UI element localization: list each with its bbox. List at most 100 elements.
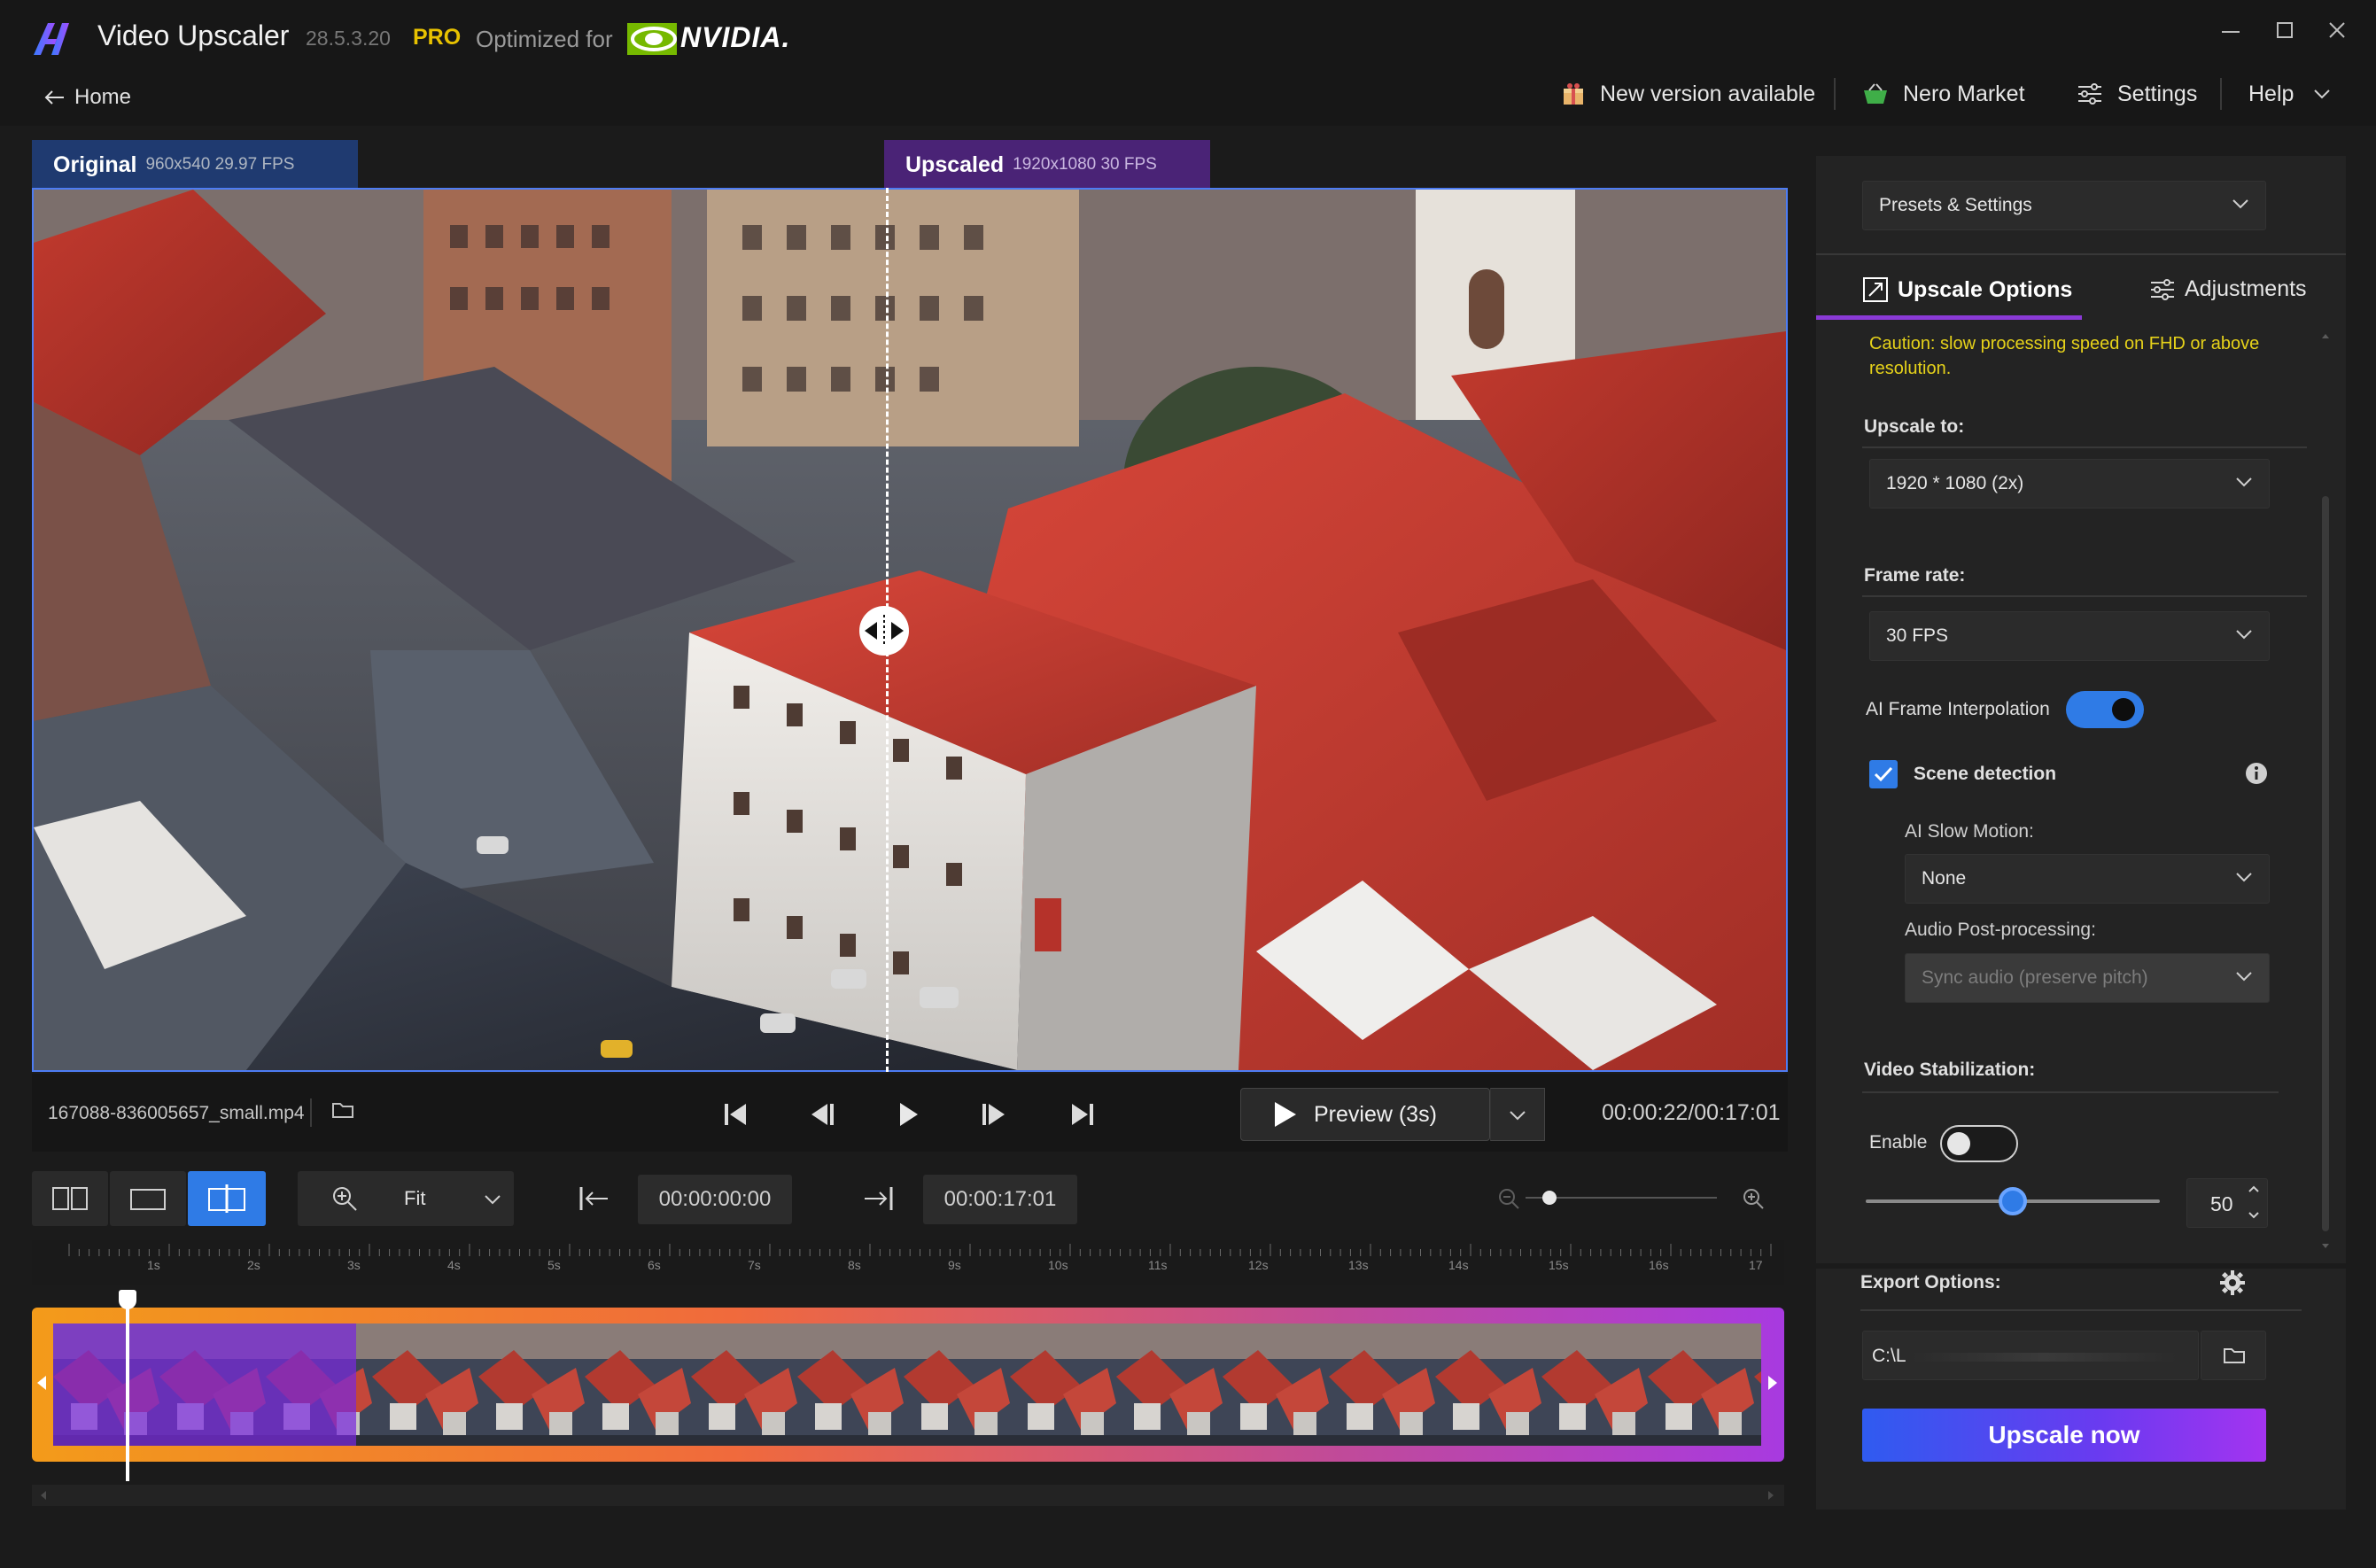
- control-separator: [310, 1098, 312, 1127]
- skip-to-start-icon[interactable]: [719, 1098, 751, 1130]
- active-tab-indicator: [1816, 315, 2082, 320]
- stabilization-enable-label: Enable: [1869, 1132, 1928, 1153]
- preview-options-dropdown[interactable]: [1490, 1088, 1545, 1141]
- timeline-ruler[interactable]: [53, 1244, 1772, 1279]
- compare-view-button[interactable]: [188, 1171, 266, 1226]
- presets-settings-dropdown[interactable]: Presets & Settings: [1862, 181, 2266, 230]
- audio-post-processing-dropdown[interactable]: Sync audio (preserve pitch): [1905, 953, 2270, 1003]
- play-icon[interactable]: [891, 1098, 923, 1130]
- basket-icon: [1862, 82, 1889, 105]
- tab-adjustments[interactable]: Adjustments: [2149, 276, 2307, 302]
- scroll-left-icon[interactable]: [39, 1490, 48, 1501]
- chevron-down-icon: [2232, 198, 2249, 209]
- compare-drag-handle-icon[interactable]: [859, 606, 909, 656]
- ruler-tick-label: 17: [1749, 1258, 1763, 1272]
- new-version-label: New version available: [1600, 81, 1816, 106]
- stabilization-value-stepper[interactable]: 50: [2186, 1178, 2268, 1228]
- ruler-tick-label: 1s: [147, 1258, 160, 1272]
- video-preview[interactable]: [32, 188, 1788, 1072]
- minimize-icon[interactable]: [2209, 14, 2252, 48]
- browse-folder-button[interactable]: [2201, 1331, 2266, 1380]
- stepper-down-icon[interactable]: [2248, 1211, 2260, 1220]
- stabilization-value: 50: [2210, 1192, 2233, 1215]
- timeline-left-arrow-icon[interactable]: [35, 1375, 48, 1391]
- stabilization-slider-knob[interactable]: [1999, 1187, 2027, 1215]
- end-time-field[interactable]: 00:00:17:01: [923, 1175, 1077, 1224]
- timeline-zoom-in-icon[interactable]: [1742, 1187, 1765, 1210]
- tab-upscale-options[interactable]: Upscale Options: [1862, 276, 2072, 303]
- skip-to-end-icon[interactable]: [1067, 1098, 1099, 1130]
- close-icon[interactable]: [2316, 14, 2358, 48]
- timeline-horizontal-scrollbar[interactable]: [32, 1485, 1784, 1506]
- ruler-tick-label: 7s: [748, 1258, 761, 1272]
- scroll-up-icon[interactable]: [2321, 331, 2330, 340]
- toggle-knob: [2112, 698, 2135, 721]
- ruler-tick-label: 2s: [247, 1258, 260, 1272]
- maximize-icon[interactable]: [2263, 14, 2305, 48]
- ruler-tick-label: 16s: [1649, 1258, 1669, 1272]
- single-view-button[interactable]: [110, 1171, 186, 1226]
- stabilization-enable-toggle[interactable]: [1940, 1125, 2018, 1162]
- help-label: Help: [2248, 81, 2294, 106]
- help-menu[interactable]: Help: [2248, 76, 2331, 112]
- playback-timecode: 00:00:22/00:17:01: [1602, 1100, 1781, 1125]
- zoom-mode-dropdown[interactable]: Fit: [298, 1171, 514, 1226]
- ruler-tick-label: 14s: [1448, 1258, 1469, 1272]
- ruler-tick-label: 10s: [1048, 1258, 1068, 1272]
- zoom-mode-value: Fit: [404, 1187, 426, 1209]
- gear-icon[interactable]: [2218, 1269, 2247, 1297]
- set-out-point-icon[interactable]: [863, 1185, 895, 1212]
- compare-view-icon: [207, 1184, 246, 1214]
- export-path-field[interactable]: C:\L: [1862, 1331, 2199, 1380]
- panel-divider: [1816, 253, 2346, 255]
- next-frame-icon[interactable]: [978, 1098, 1010, 1130]
- upscale-options-icon: [1862, 276, 1889, 303]
- folder-icon[interactable]: [331, 1100, 354, 1120]
- chevron-down-icon: [2235, 477, 2253, 487]
- nero-market-link[interactable]: Nero Market: [1862, 76, 2025, 112]
- panel-vertical-scrollbar[interactable]: [2319, 331, 2332, 1253]
- new-version-link[interactable]: New version available: [1561, 76, 1815, 112]
- set-in-point-icon[interactable]: [578, 1185, 610, 1212]
- previous-frame-icon[interactable]: [806, 1098, 838, 1130]
- scrollbar-thumb[interactable]: [2322, 496, 2329, 1231]
- playhead-handle-icon[interactable]: [119, 1290, 136, 1309]
- ai-frame-interpolation-label: AI Frame Interpolation: [1866, 699, 2050, 719]
- upscale-now-button[interactable]: Upscale now: [1862, 1409, 2266, 1462]
- home-link[interactable]: Home: [43, 85, 131, 110]
- frame-rate-dropdown[interactable]: 30 FPS: [1869, 611, 2270, 661]
- original-tab-title: Original: [53, 151, 137, 177]
- ruler-tick-label: 3s: [347, 1258, 361, 1272]
- preview-button[interactable]: Preview (3s): [1240, 1088, 1490, 1141]
- scene-detection-checkbox[interactable]: [1869, 760, 1898, 788]
- frame-rate-label: Frame rate:: [1864, 565, 1966, 586]
- nvidia-wordmark: NVIDIA.: [680, 21, 791, 53]
- arrow-left-icon: [43, 89, 66, 106]
- gift-icon: [1561, 82, 1586, 106]
- ruler-tick-label: 12s: [1248, 1258, 1269, 1272]
- ai-frame-interpolation-toggle[interactable]: [2066, 691, 2144, 728]
- export-path-obscured: [1911, 1353, 2177, 1362]
- upscale-to-dropdown[interactable]: 1920 * 1080 (2x): [1869, 459, 2270, 508]
- upscaled-tab: Upscaled 1920x1080 30 FPS: [884, 140, 1210, 190]
- timeline-right-arrow-icon[interactable]: [1766, 1375, 1779, 1391]
- app-title: Video Upscaler: [97, 19, 290, 51]
- playhead[interactable]: [126, 1292, 129, 1481]
- scroll-right-icon[interactable]: [1766, 1490, 1775, 1501]
- stepper-up-icon[interactable]: [2248, 1184, 2260, 1193]
- ai-slow-motion-dropdown[interactable]: None: [1905, 854, 2270, 904]
- app-logo-icon: [32, 21, 78, 57]
- scroll-down-icon[interactable]: [2321, 1242, 2330, 1251]
- folder-icon: [2223, 1346, 2246, 1365]
- processed-range-overlay: [53, 1323, 356, 1446]
- timeline-zoom-out-icon[interactable]: [1497, 1187, 1520, 1210]
- upscaled-tab-meta: 1920x1080 30 FPS: [1013, 155, 1157, 174]
- timeline-zoom-knob[interactable]: [1542, 1191, 1557, 1205]
- settings-label: Settings: [2117, 81, 2198, 106]
- settings-link[interactable]: Settings: [2077, 76, 2197, 112]
- info-icon[interactable]: [2245, 762, 2268, 785]
- start-time-field[interactable]: 00:00:00:00: [638, 1175, 792, 1224]
- preview-label: Preview (3s): [1314, 1101, 1437, 1127]
- side-by-side-view-button[interactable]: [32, 1171, 108, 1226]
- scene-detection-label: Scene detection: [1914, 764, 2057, 784]
